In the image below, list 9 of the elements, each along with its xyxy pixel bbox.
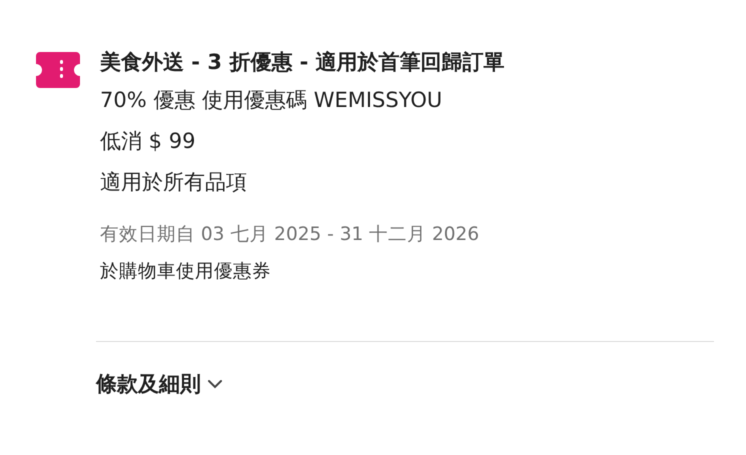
usage-note: 於購物車使用優惠券 (100, 260, 272, 284)
ticket-icon (36, 52, 80, 88)
voucher-detail: 低消 $ 99 (100, 128, 196, 155)
validity-period: 有效日期自 03 七月 2025 - 31 十二月 2026 (100, 223, 480, 247)
voucher-title: 美食外送 - 3 折優惠 - 適用於首筆回歸訂單 (100, 49, 505, 76)
voucher-detail: 適用於所有品項 (100, 169, 248, 196)
chevron-icon (207, 379, 223, 389)
terms-toggle[interactable]: 條款及細則 (96, 370, 223, 398)
voucher-detail: 70% 優惠 使用優惠碼 WEMISSYOU (100, 87, 444, 114)
